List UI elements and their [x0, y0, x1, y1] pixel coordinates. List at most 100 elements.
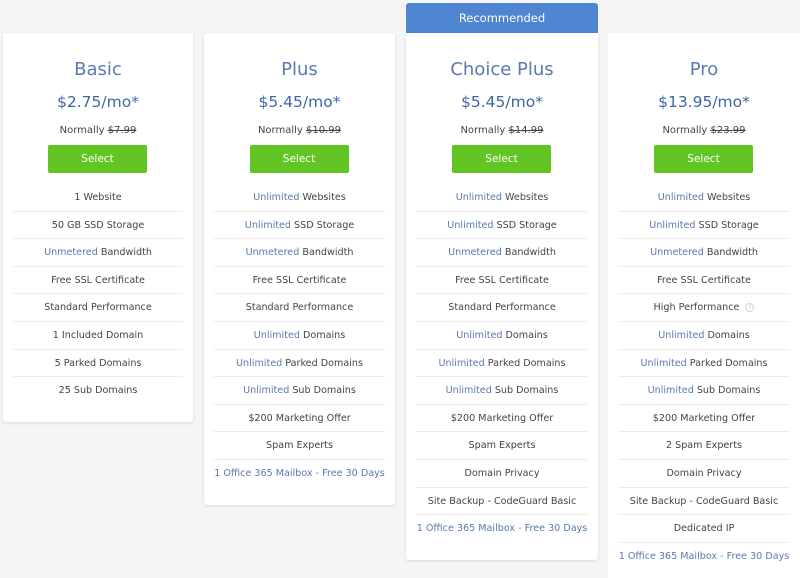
feature-highlight: Unlimited: [447, 219, 494, 231]
feature-text: Spam Experts: [266, 440, 333, 452]
original-price: $10.99: [306, 125, 342, 136]
feature-item: Free SSL Certificate: [13, 267, 183, 295]
feature-item-link[interactable]: 1 Office 365 Mailbox - Free 30 Days: [214, 460, 385, 488]
feature-item: Unlimited Parked Domains: [618, 350, 790, 378]
feature-item-link[interactable]: 1 Office 365 Mailbox - Free 30 Days: [618, 543, 790, 571]
normally-label: Normally: [662, 125, 708, 136]
feature-highlight: Unlimited: [253, 192, 300, 203]
feature-list: Unlimited Websites Unlimited SSD Storage U…: [416, 184, 588, 543]
feature-item: 25 Sub Domains: [13, 377, 183, 405]
feature-item: Unlimited Domains: [416, 322, 588, 350]
feature-text: Free SSL Certificate: [51, 274, 145, 286]
feature-text: Bandwidth: [299, 247, 354, 259]
feature-item: 50 GB SSD Storage: [13, 212, 183, 240]
feature-highlight: Unlimited: [455, 192, 502, 203]
feature-highlight: Unmetered: [245, 247, 300, 259]
original-price: $23.99: [710, 125, 746, 136]
plan-price: $13.95/mo*: [658, 93, 750, 111]
feature-text: Bandwidth: [501, 247, 556, 259]
feature-item: High Performance?: [618, 294, 790, 322]
feature-text: 2 Spam Experts: [665, 440, 743, 452]
feature-text: 25 Sub Domains: [58, 385, 138, 397]
help-icon[interactable]: ?: [745, 302, 755, 312]
select-plan-button[interactable]: Select: [48, 145, 147, 173]
plan-price: $2.75/mo*: [57, 93, 139, 111]
feature-list: Unlimited Websites Unlimited SSD Storage U…: [214, 184, 385, 488]
plan-price: $5.45/mo*: [461, 93, 543, 111]
feature-item: Domain Privacy: [416, 460, 588, 488]
feature-text: 1 Office 365 Mailbox - Free 30 Days: [214, 467, 385, 479]
feature-text: Bandwidth: [703, 247, 758, 259]
feature-highlight: Unmetered: [44, 247, 98, 259]
feature-highlight: Unlimited: [647, 385, 694, 397]
feature-text: $200 Marketing Offer: [450, 412, 554, 424]
feature-text: Domains: [704, 329, 750, 341]
feature-item: Free SSL Certificate: [214, 267, 385, 295]
feature-item-link[interactable]: 1 Office 365 Mailbox - Free 30 Days: [416, 515, 588, 543]
feature-text: Free SSL Certificate: [252, 274, 347, 286]
feature-text: Websites: [703, 192, 751, 203]
plan-card-plus: Plus $5.45/mo* Normally $10.99 Select Un…: [204, 33, 395, 505]
plan-card-choice-plus: Choice Plus $5.45/mo* Normally $14.99 Se…: [406, 33, 598, 560]
feature-text: Standard Performance: [245, 302, 354, 314]
feature-highlight: Unlimited: [640, 357, 687, 369]
feature-text: Free SSL Certificate: [657, 274, 751, 286]
feature-highlight: Unmetered: [448, 247, 502, 259]
normally-label: Normally: [59, 125, 105, 136]
feature-text: Websites: [501, 192, 549, 203]
feature-text: 5 Parked Domains: [54, 357, 142, 369]
feature-item: Unlimited Domains: [214, 322, 385, 350]
feature-item: Spam Experts: [416, 432, 588, 460]
feature-item: Free SSL Certificate: [618, 267, 790, 295]
feature-list: 1 Website 50 GB SSD Storage Unmetered Band…: [13, 184, 183, 405]
feature-highlight: Unlimited: [253, 329, 300, 341]
select-plan-button[interactable]: Select: [249, 145, 349, 173]
feature-text: Parked Domains: [686, 357, 768, 369]
feature-highlight: Unlimited: [244, 219, 291, 231]
feature-text: 1 Office 365 Mailbox - Free 30 Days: [618, 550, 790, 562]
select-plan-button[interactable]: Select: [654, 145, 753, 173]
plan-name: Plus: [281, 59, 318, 80]
normal-price-line: Normally $10.99: [204, 125, 395, 136]
plan-name: Basic: [74, 59, 122, 80]
feature-item: Site Backup - CodeGuard Basic: [618, 488, 790, 516]
feature-highlight: Unlimited: [657, 192, 704, 203]
feature-item: 2 Spam Experts: [618, 432, 790, 460]
feature-text: SSD Storage: [291, 219, 355, 231]
feature-item: Standard Performance: [13, 294, 183, 322]
feature-text: Parked Domains: [484, 357, 566, 369]
feature-text: $200 Marketing Offer: [652, 412, 756, 424]
feature-highlight: Unlimited: [445, 385, 492, 397]
feature-item: Unlimited Websites: [416, 184, 588, 212]
normally-label: Normally: [257, 125, 303, 136]
feature-item: Unlimited Domains: [618, 322, 790, 350]
feature-item: Unlimited Sub Domains: [416, 377, 588, 405]
feature-item: Dedicated IP: [618, 515, 790, 543]
feature-text: 50 GB SSD Storage: [51, 219, 145, 231]
plan-name: Pro: [689, 59, 719, 80]
feature-text: Bandwidth: [97, 247, 152, 259]
feature-text: Site Backup - CodeGuard Basic: [629, 495, 779, 507]
select-plan-button[interactable]: Select: [452, 145, 551, 173]
feature-text: 1 Included Domain: [52, 329, 144, 341]
feature-text: Sub Domains: [693, 385, 761, 397]
feature-text: Dedicated IP: [673, 523, 735, 535]
feature-text: Sub Domains: [289, 385, 356, 397]
feature-highlight: Unlimited: [658, 329, 705, 341]
normal-price-line: Normally $14.99: [406, 125, 598, 136]
feature-text: Spam Experts: [468, 440, 536, 452]
feature-highlight: Unmetered: [650, 247, 704, 259]
normally-label: Normally: [460, 125, 506, 136]
feature-item: Unlimited SSD Storage: [214, 212, 385, 240]
feature-list: Unlimited Websites Unlimited SSD Storage U…: [618, 184, 790, 570]
plan-card-pro: Pro $13.95/mo* Normally $23.99 Select Un…: [608, 33, 800, 578]
feature-item: Unlimited Websites: [214, 184, 385, 212]
feature-item: Spam Experts: [214, 432, 385, 460]
feature-item: Unlimited Websites: [618, 184, 790, 212]
feature-item: Unlimited Parked Domains: [416, 350, 588, 378]
feature-highlight: Unlimited: [236, 357, 283, 369]
feature-item: Unlimited Sub Domains: [618, 377, 790, 405]
feature-item: 1 Website: [13, 184, 183, 212]
feature-text: Domain Privacy: [666, 467, 742, 479]
feature-text: Sub Domains: [491, 385, 559, 397]
